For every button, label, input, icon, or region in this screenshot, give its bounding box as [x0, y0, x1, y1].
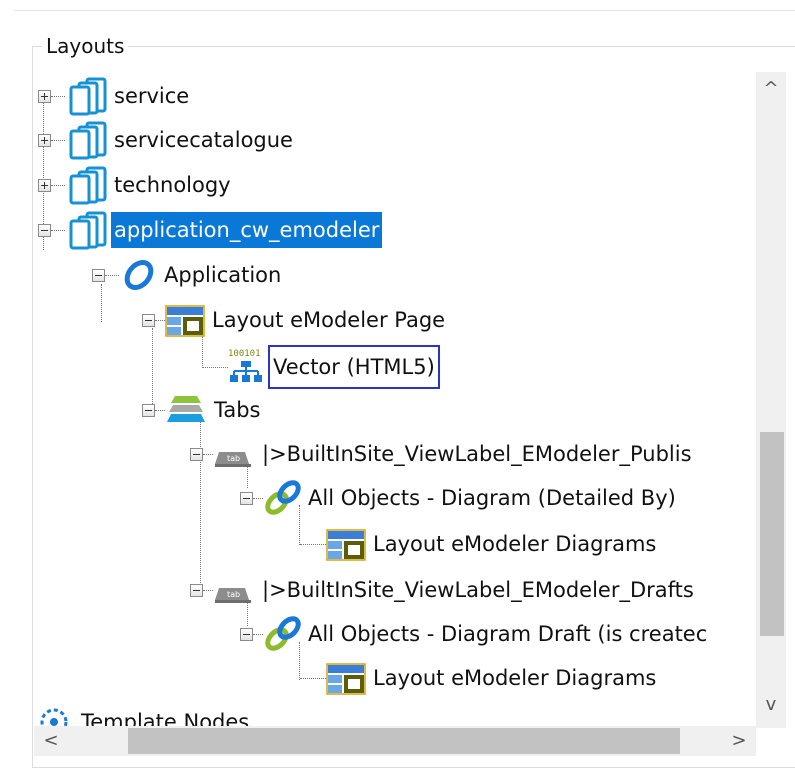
tab-icon: tab — [213, 570, 257, 610]
tree-node-application[interactable]: Application — [92, 255, 284, 295]
tree-node-template-nodes[interactable]: Template Nodes — [36, 702, 252, 728]
tab-icon: tab — [213, 434, 257, 474]
collapse-icon[interactable] — [190, 447, 203, 461]
tree-connector — [253, 633, 263, 635]
tree-connector — [51, 139, 65, 141]
tree-connector — [300, 543, 326, 545]
scroll-right-icon[interactable]: > — [724, 730, 754, 751]
collapse-icon[interactable] — [92, 268, 105, 282]
collapse-icon[interactable] — [142, 403, 155, 417]
tree-node-label[interactable]: Vector (HTML5) — [268, 345, 440, 389]
tree-node-technology[interactable]: technology — [38, 165, 234, 205]
collapse-icon[interactable] — [240, 491, 253, 505]
tree-node-layout-emodeler-page[interactable]: Layout eModeler Page — [142, 300, 448, 340]
tree-node-service[interactable]: service — [38, 76, 192, 116]
binary-hierarchy-icon: 100101 — [228, 347, 266, 387]
tree-node-label[interactable]: Application — [161, 257, 284, 293]
collapse-icon[interactable] — [240, 627, 253, 641]
svg-text:tab: tab — [227, 590, 240, 599]
tree-connector — [51, 184, 65, 186]
tree-node-layout-emodeler-diagrams-2[interactable]: Layout eModeler Diagrams — [300, 658, 659, 698]
tree-node-label[interactable]: Template Nodes — [78, 704, 252, 728]
tree-node-label[interactable]: servicecatalogue — [111, 122, 296, 158]
collapse-icon[interactable] — [190, 583, 203, 597]
layout-icon — [326, 658, 368, 698]
tree-connector — [203, 589, 213, 591]
expand-icon[interactable] — [38, 178, 51, 192]
collapse-icon[interactable] — [38, 223, 51, 237]
tree-node-all-objects-draft[interactable]: All Objects - Diagram Draft (is createc — [240, 614, 710, 654]
tree-node-label[interactable]: All Objects - Diagram Draft (is createc — [305, 616, 710, 652]
tree-node-label[interactable]: service — [111, 78, 192, 114]
tree-node-label[interactable]: |>BuiltInSite_ViewLabel_EModeler_Publis — [259, 436, 695, 472]
layouts-panel: Layouts service servicecatalogue technol… — [0, 0, 795, 768]
tree-node-tab-publis[interactable]: tab |>BuiltInSite_ViewLabel_EModeler_Pub… — [190, 434, 695, 474]
tree-node-tab-drafts[interactable]: tab |>BuiltInSite_ViewLabel_EModeler_Dra… — [190, 570, 697, 610]
tree-connector — [155, 319, 165, 321]
folder-stack-icon — [65, 210, 109, 250]
tree-connector — [300, 677, 326, 679]
tree-connector — [155, 409, 165, 411]
horizontal-scroll-thumb[interactable] — [128, 728, 680, 754]
tree-node-label[interactable]: Layout eModeler Diagrams — [370, 660, 659, 696]
tree-node-servicecatalogue[interactable]: servicecatalogue — [38, 120, 296, 160]
tree-connector — [51, 95, 65, 97]
svg-text:100101: 100101 — [228, 349, 261, 359]
tabs-stack-icon — [165, 390, 209, 430]
expand-icon[interactable] — [38, 89, 51, 103]
tree-node-tabs[interactable]: Tabs — [142, 390, 264, 430]
scroll-up-icon[interactable]: ^ — [756, 78, 786, 99]
ring-icon — [119, 255, 159, 295]
layout-icon — [326, 524, 368, 564]
tree-connector — [105, 274, 119, 276]
folder-stack-icon — [65, 165, 109, 205]
scroll-left-icon[interactable]: < — [36, 730, 66, 751]
expand-icon[interactable] — [38, 133, 51, 147]
template-icon — [36, 702, 76, 728]
folder-stack-icon — [65, 120, 109, 160]
tree-node-label[interactable]: technology — [111, 167, 234, 203]
tree-node-label[interactable]: All Objects - Diagram (Detailed By) — [305, 480, 679, 516]
tree-node-all-objects-detailed-by[interactable]: All Objects - Diagram (Detailed By) — [240, 478, 679, 518]
tree-node-layout-emodeler-diagrams[interactable]: Layout eModeler Diagrams — [300, 524, 659, 564]
tree-node-label[interactable]: Layout eModeler Diagrams — [370, 526, 659, 562]
tree-node-application-cw-emodeler[interactable]: application_cw_emodeler — [38, 210, 383, 250]
tree-node-label[interactable]: Layout eModeler Page — [209, 302, 448, 338]
tree-connector — [253, 497, 263, 499]
tree-node-label[interactable]: application_cw_emodeler — [111, 212, 383, 248]
link-icon — [263, 614, 303, 654]
tree-node-label[interactable]: |>BuiltInSite_ViewLabel_EModeler_Drafts — [259, 572, 697, 608]
layout-icon — [165, 300, 207, 340]
groupbox-title: Layouts — [42, 34, 129, 58]
tree-node-vector-html5[interactable]: 100101 Vector (HTML5) — [202, 343, 440, 391]
folder-stack-icon — [65, 76, 109, 116]
top-divider — [14, 10, 795, 11]
layouts-tree[interactable]: service servicecatalogue technology appl… — [34, 70, 754, 728]
svg-text:tab: tab — [227, 454, 240, 463]
tree-connector — [202, 366, 228, 368]
scroll-down-icon[interactable]: v — [756, 694, 786, 715]
link-icon — [263, 478, 303, 518]
collapse-icon[interactable] — [142, 313, 155, 327]
tree-node-label[interactable]: Tabs — [211, 392, 264, 428]
tree-connector — [51, 229, 65, 231]
vertical-scroll-thumb[interactable] — [760, 432, 784, 636]
tree-connector — [203, 453, 213, 455]
